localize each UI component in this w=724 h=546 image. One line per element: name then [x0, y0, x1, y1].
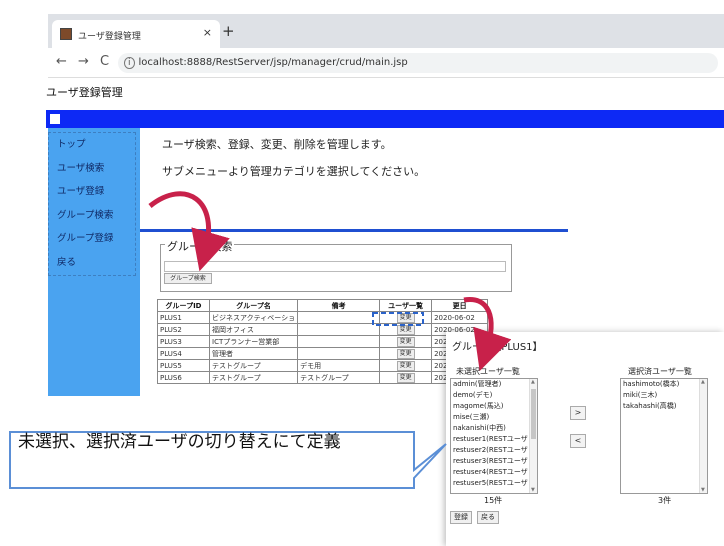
change-highlight [372, 312, 424, 326]
callout-text: 未選択、選択済ユーザの切り替えにて定義 [18, 432, 341, 452]
curved-arrow-1 [148, 191, 230, 272]
annotation-overlay [9, 191, 512, 489]
curved-arrow-2 [463, 297, 512, 371]
